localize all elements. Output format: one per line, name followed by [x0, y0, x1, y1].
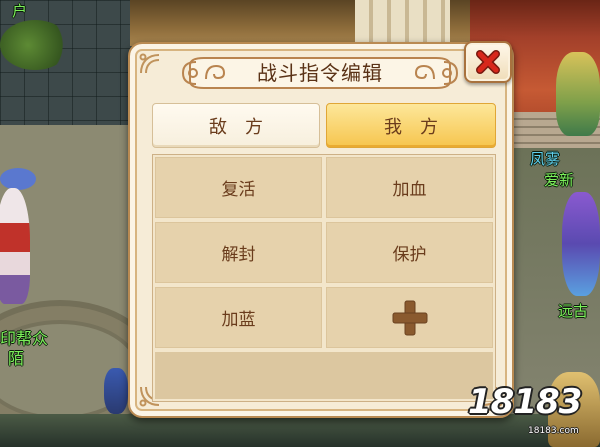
- battle-command-dialog: 战斗指令编辑 敌方 我方 复活 加血 解封 保护 加蓝: [128, 41, 514, 418]
- tab-label: 敌方: [209, 116, 281, 138]
- player-character-bottom-left: [104, 368, 128, 414]
- add-command-button[interactable]: [326, 287, 493, 348]
- command-unseal-button[interactable]: 解封: [155, 222, 322, 283]
- command-protect-button[interactable]: 保护: [326, 222, 493, 283]
- player-name-tag: 爱新: [544, 171, 575, 189]
- plus-icon: [392, 300, 427, 335]
- command-grid: 复活 加血 解封 保护 加蓝: [152, 154, 496, 402]
- command-label: 加血: [392, 180, 427, 200]
- site-watermark: 18183 18183.com: [468, 382, 594, 442]
- character-wing: [0, 168, 36, 190]
- watermark-site-url: 18183.com: [528, 426, 579, 436]
- tab-enemy-side[interactable]: 敌方: [152, 103, 320, 148]
- player-name-tag: 凤雾: [530, 150, 561, 168]
- tab-own-side[interactable]: 我方: [326, 103, 496, 148]
- command-label: 复活: [221, 180, 256, 200]
- command-label: 保护: [392, 245, 427, 265]
- command-label: 加蓝: [221, 310, 256, 330]
- player-character-left: [0, 188, 30, 304]
- title-banner: 战斗指令编辑: [180, 53, 460, 93]
- player-name-tag: 印帮众: [0, 329, 49, 348]
- close-icon: [476, 50, 500, 74]
- building-pillars: [355, 0, 450, 44]
- corner-ornament: [139, 53, 160, 74]
- command-revive-button[interactable]: 复活: [155, 157, 322, 218]
- grid-empty-area: [155, 352, 493, 399]
- foliage: [0, 20, 70, 70]
- player-character-right-top: [556, 52, 600, 136]
- player-name-tag: 陌: [8, 349, 25, 368]
- player-character-right: [562, 192, 600, 296]
- dialog-title: 战斗指令编辑: [257, 61, 383, 85]
- close-button[interactable]: [464, 41, 512, 83]
- tab-label: 我方: [384, 116, 456, 138]
- command-heal-button[interactable]: 加血: [326, 157, 493, 218]
- player-name-tag: 远古: [558, 302, 589, 320]
- watermark-logo: 18183: [468, 382, 582, 422]
- player-name-tag: 户: [12, 2, 28, 20]
- command-label: 解封: [221, 245, 256, 265]
- command-restore-mana-button[interactable]: 加蓝: [155, 287, 322, 348]
